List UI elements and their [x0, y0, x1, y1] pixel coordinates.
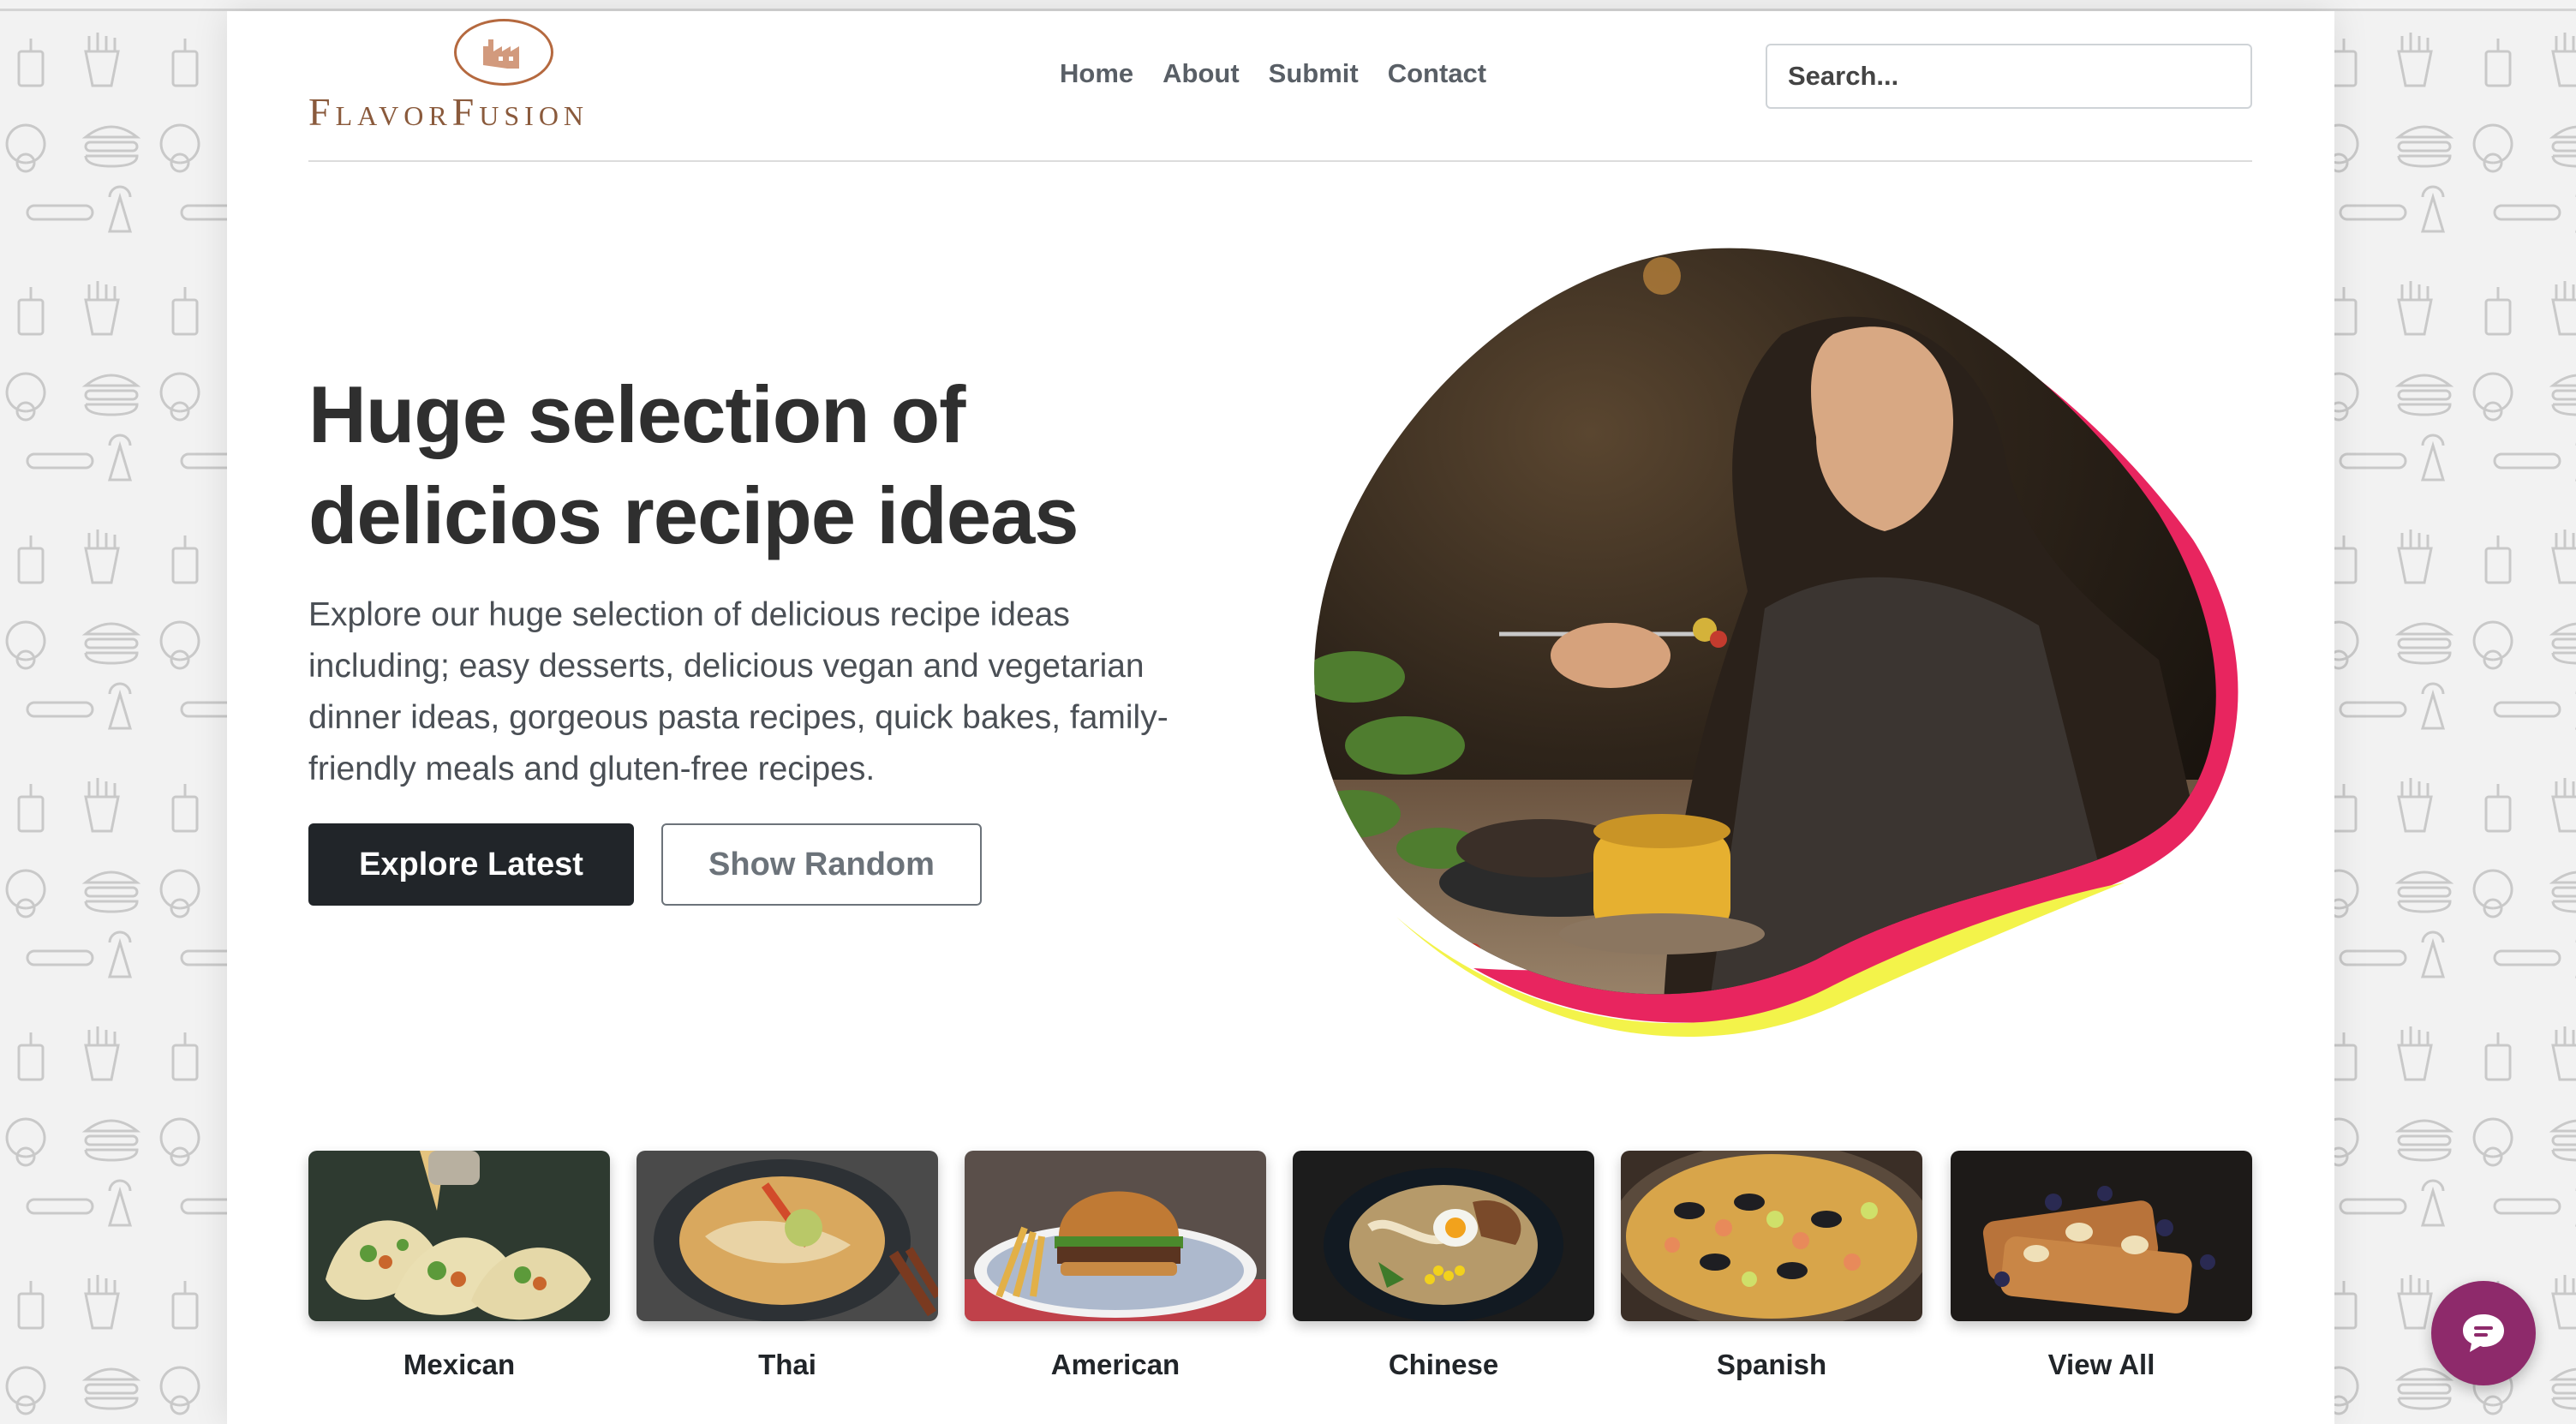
category-label: Chinese — [1388, 1349, 1499, 1380]
category-label: Thai — [758, 1349, 816, 1380]
hero-image-woman-eating — [1314, 248, 2238, 1037]
category-spanish[interactable]: Spanish — [1621, 1151, 1922, 1381]
chat-bubble-icon — [2463, 1314, 2504, 1352]
category-image-tacos — [308, 1151, 610, 1321]
category-label: Mexican — [403, 1349, 516, 1380]
nav-about[interactable]: About — [1162, 58, 1240, 89]
show-random-button[interactable]: Show Random — [661, 823, 982, 906]
category-thai[interactable]: Thai — [637, 1151, 938, 1381]
category-image-burger-and-fries — [965, 1151, 1266, 1321]
category-label: View All — [2047, 1349, 2155, 1380]
brand-logo[interactable]: FlavorFusion — [308, 15, 711, 135]
hero-title: Huge selection of delicios recipe ideas — [308, 369, 1079, 560]
factory-icon — [483, 39, 519, 69]
category-image-noodle-soup — [637, 1151, 938, 1321]
category-mexican[interactable]: Mexican — [308, 1151, 610, 1381]
brand-name: FlavorFusion — [308, 90, 589, 134]
explore-latest-button[interactable]: Explore Latest — [308, 823, 634, 906]
category-american[interactable]: American — [965, 1151, 1266, 1381]
hero-description: Explore our huge selection of delicious … — [308, 596, 1168, 787]
search-input[interactable] — [1766, 44, 2252, 109]
header-divider — [308, 160, 2252, 162]
category-image-french-toast — [1951, 1151, 2252, 1321]
category-label: Spanish — [1716, 1349, 1827, 1380]
nav-home[interactable]: Home — [1060, 58, 1133, 89]
main-nav: Home About Submit Contact — [1060, 58, 1486, 89]
category-label: American — [1050, 1349, 1180, 1380]
category-image-ramen-bowl — [1293, 1151, 1594, 1321]
category-image-paella — [1621, 1151, 1922, 1321]
chat-button[interactable] — [2431, 1281, 2536, 1385]
category-chinese[interactable]: Chinese — [1293, 1151, 1594, 1381]
nav-submit[interactable]: Submit — [1269, 58, 1359, 89]
category-view-all[interactable]: View All — [1951, 1151, 2252, 1381]
category-list: Mexican Thai American Chinese Spanish Vi… — [308, 1151, 2252, 1391]
nav-contact[interactable]: Contact — [1388, 58, 1486, 89]
